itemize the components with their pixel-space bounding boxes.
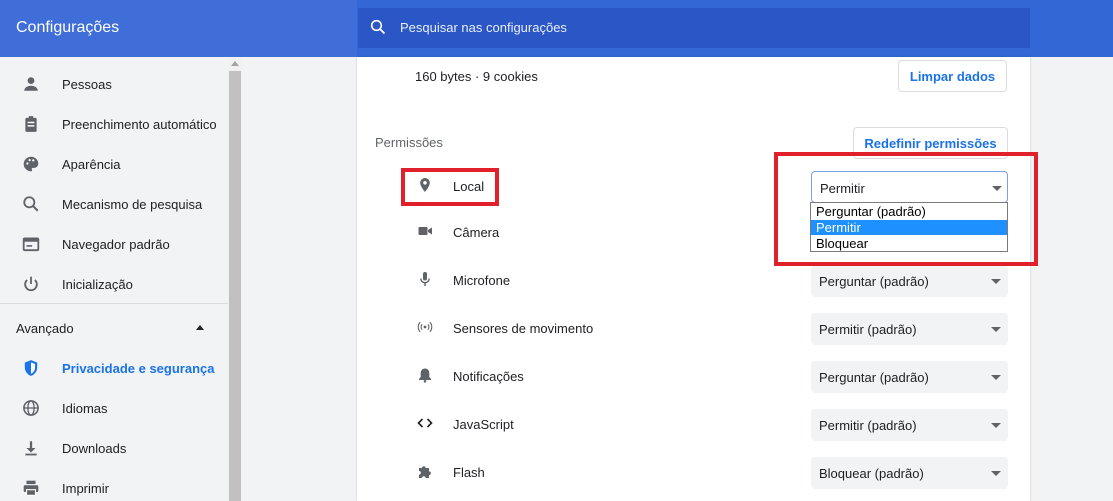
permission-select-flash[interactable]: Bloquear (padrão)	[811, 457, 1008, 489]
printer-icon	[23, 480, 39, 496]
dropdown-option-bloquear[interactable]: Bloquear	[811, 236, 1007, 251]
permission-select-sensores[interactable]: Permitir (padrão)	[811, 313, 1008, 345]
chevron-down-icon	[991, 375, 1001, 380]
dropdown-option-perguntar[interactable]: Perguntar (padrão)	[811, 204, 1007, 219]
search-input[interactable]: Pesquisar nas configurações	[400, 20, 567, 35]
reset-permissions-button[interactable]: Redefinir permissões	[853, 127, 1008, 159]
permission-label: Sensores de movimento	[453, 321, 594, 336]
select-value: Permitir	[820, 181, 865, 196]
sidebar-item-label: Preenchimento automático	[62, 116, 217, 132]
permission-label: Câmera	[453, 225, 500, 240]
sidebar-item-mecanismo[interactable]: Mecanismo de pesquisa	[0, 184, 228, 224]
motion-sensor-icon	[417, 321, 433, 333]
permission-label: Microfone	[453, 273, 511, 288]
bell-icon	[419, 368, 431, 383]
microphone-icon	[420, 272, 430, 286]
sidebar-item-label: Idiomas	[62, 400, 108, 416]
local-dropdown-list: Perguntar (padrão) Permitir Bloquear	[810, 202, 1008, 252]
permission-label: JavaScript	[453, 417, 514, 432]
search-icon	[23, 196, 39, 212]
permission-row-sensores: Sensores de movimento Permitir (padrão)	[357, 305, 1030, 353]
header-title-area: Configurações	[0, 0, 357, 57]
power-icon	[24, 276, 38, 292]
sidebar-item-label: Downloads	[62, 440, 127, 456]
location-pin-icon	[420, 178, 430, 192]
permission-select-notificacoes[interactable]: Perguntar (padrão)	[811, 361, 1008, 393]
permission-row-notificacoes: Notificações Perguntar (padrão)	[357, 353, 1030, 401]
palette-icon	[23, 156, 39, 172]
scroll-up-arrow-icon[interactable]	[231, 61, 239, 66]
permission-label: Flash	[453, 465, 485, 480]
search-box[interactable]: Pesquisar nas configurações	[358, 8, 1030, 48]
sidebar-item-label: Imprimir	[62, 480, 109, 496]
sidebar-divider	[0, 303, 228, 304]
puzzle-icon	[419, 466, 431, 478]
chevron-down-icon	[991, 279, 1001, 284]
person-icon	[24, 77, 38, 91]
sidebar-scrollbar[interactable]	[228, 57, 242, 501]
chevron-down-icon	[991, 423, 1001, 428]
permission-select-local[interactable]: Permitir	[811, 171, 1008, 203]
permission-row-microfone: Microfone Perguntar (padrão)	[357, 257, 1030, 305]
chevron-up-icon	[196, 325, 204, 330]
code-icon	[417, 418, 433, 428]
sidebar-item-label: Navegador padrão	[62, 236, 170, 252]
select-value: Bloquear (padrão)	[819, 466, 924, 481]
clear-data-button[interactable]: Limpar dados	[898, 60, 1007, 92]
sidebar-item-preenchimento[interactable]: Preenchimento automático	[0, 104, 228, 144]
permission-row-javascript: JavaScript Permitir (padrão)	[357, 401, 1030, 449]
permission-select-microfone[interactable]: Perguntar (padrão)	[811, 265, 1008, 297]
sidebar-item-imprimir[interactable]: Imprimir	[0, 468, 228, 501]
chevron-down-icon	[991, 327, 1001, 332]
advanced-label: Avançado	[16, 321, 74, 336]
sidebar-item-label: Pessoas	[62, 76, 112, 92]
app-title: Configurações	[16, 19, 120, 36]
select-value: Permitir (padrão)	[819, 418, 917, 433]
sidebar-item-label: Mecanismo de pesquisa	[62, 196, 203, 212]
download-icon	[25, 441, 37, 456]
sidebar-item-idiomas[interactable]: Idiomas	[0, 388, 228, 428]
storage-info: 160 bytes · 9 cookies	[415, 69, 538, 84]
advanced-section-toggle[interactable]: Avançado	[0, 308, 228, 348]
permission-label: Notificações	[453, 369, 524, 384]
site-settings-card: 160 bytes · 9 cookies Limpar dados Permi…	[357, 57, 1030, 501]
permissions-heading: Permissões	[375, 135, 443, 150]
select-value: Perguntar (padrão)	[819, 274, 929, 289]
sidebar-item-aparencia[interactable]: Aparência	[0, 144, 228, 184]
shield-icon	[24, 360, 38, 376]
sidebar-item-navegador[interactable]: Navegador padrão	[0, 224, 228, 264]
permission-select-javascript[interactable]: Permitir (padrão)	[811, 409, 1008, 441]
chevron-down-icon	[991, 471, 1001, 476]
globe-icon	[23, 400, 39, 416]
sidebar-item-label: Privacidade e segurança	[62, 360, 215, 376]
dropdown-option-permitir[interactable]: Permitir	[811, 220, 1007, 235]
top-bar: Configurações Pesquisar nas configuraçõe…	[0, 0, 1113, 57]
camera-icon	[418, 227, 432, 235]
sidebar: Pessoas Preenchimento automático Aparênc…	[0, 57, 228, 501]
select-value: Perguntar (padrão)	[819, 370, 929, 385]
search-icon	[370, 19, 386, 35]
permission-label: Local	[453, 179, 485, 194]
sidebar-item-label: Inicialização	[62, 276, 133, 292]
chevron-down-icon	[992, 186, 1002, 191]
sidebar-item-inicializacao[interactable]: Inicialização	[0, 264, 228, 304]
clipboard-icon	[25, 116, 37, 132]
sidebar-item-privacidade[interactable]: Privacidade e segurança	[0, 348, 228, 388]
sidebar-item-label: Aparência	[62, 156, 121, 172]
permission-row-flash: Flash Bloquear (padrão)	[357, 449, 1030, 497]
sidebar-item-pessoas[interactable]: Pessoas	[0, 64, 228, 104]
select-value: Permitir (padrão)	[819, 322, 917, 337]
sidebar-item-downloads[interactable]: Downloads	[0, 428, 228, 468]
browser-icon	[22, 237, 40, 252]
scrollbar-thumb[interactable]	[229, 71, 241, 501]
